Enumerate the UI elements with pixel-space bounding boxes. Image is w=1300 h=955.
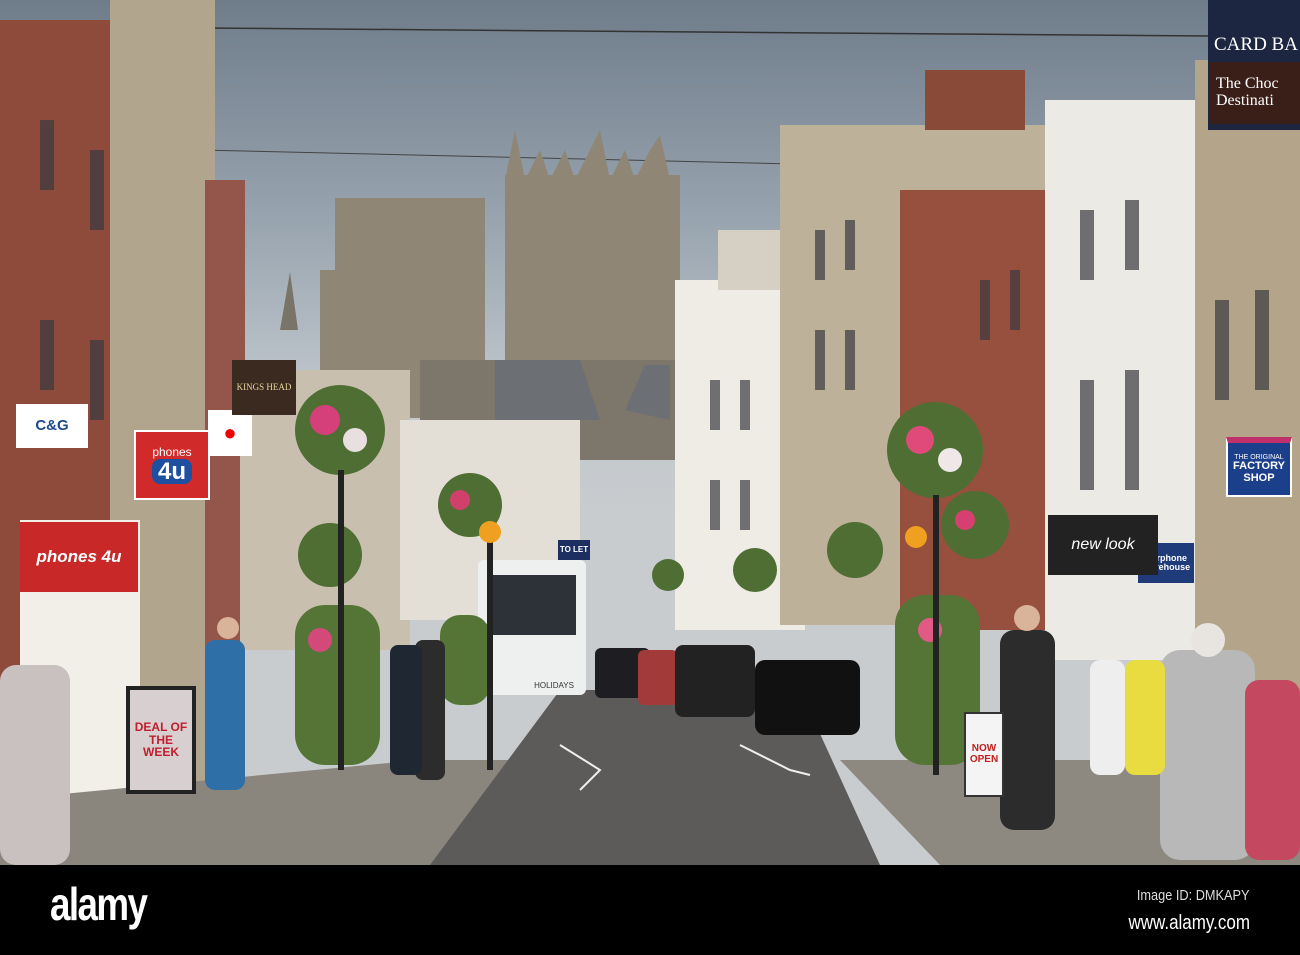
new-look-shopfront: new look [1048, 515, 1158, 575]
sign-text: Destinati [1216, 92, 1274, 109]
alamy-logo: alamy [50, 878, 148, 930]
image-id: Image ID: DMKAPY [1137, 887, 1250, 904]
car [638, 650, 678, 705]
phones4u-hanging-sign: phones 4u [134, 430, 210, 500]
cg-sign: C&G [16, 404, 88, 448]
street-photo: CARD BA The Choc Destinati C&G phones 4u… [0, 0, 1300, 865]
deal-of-week-board: DEAL OF THE WEEK [126, 686, 196, 794]
site-url: www.alamy.com [1128, 912, 1250, 934]
vodafone-sign: ● [208, 410, 252, 456]
factory-shop-sign: THE ORIGINAL FACTORY SHOP [1226, 437, 1292, 497]
bus-livery: HOLIDAYS [534, 680, 574, 690]
pub-sign: KINGS HEAD [232, 360, 296, 415]
sign-text: CARD BA [1214, 34, 1298, 56]
phones4u-shopfront: phones 4u [20, 522, 138, 592]
watermark-bar: alamy Image ID: DMKAPY www.alamy.com [0, 865, 1300, 955]
sign-text: phones [152, 445, 192, 460]
chocolate-sign: The Choc Destinati [1210, 62, 1300, 124]
overhead-wire [199, 27, 1211, 37]
sign-text: 4u [151, 459, 192, 484]
sign-text: The Choc [1216, 75, 1279, 93]
to-let-sign: TO LET [558, 540, 590, 560]
sign-text: FACTORY SHOP [1233, 460, 1285, 484]
now-open-board: NOW OPEN [964, 712, 1004, 797]
car [675, 645, 755, 717]
car [755, 660, 860, 735]
